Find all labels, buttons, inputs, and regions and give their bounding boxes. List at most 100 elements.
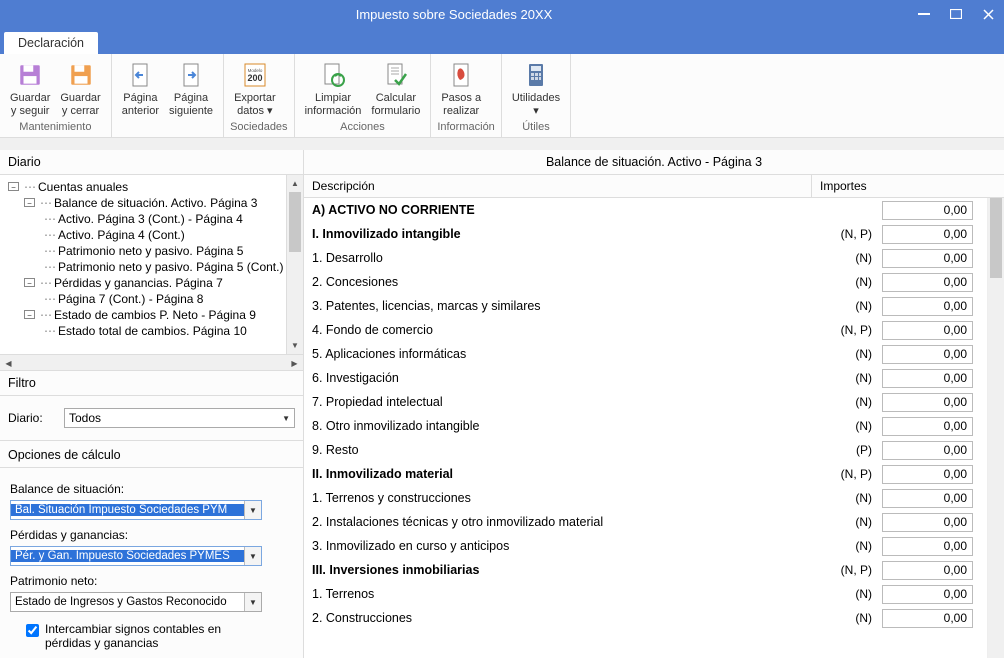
modelo-200-icon: Modelo200 bbox=[239, 60, 271, 90]
page-next-icon bbox=[175, 60, 207, 90]
importe-input[interactable] bbox=[882, 321, 973, 340]
scroll-thumb[interactable] bbox=[990, 198, 1002, 278]
importe-input[interactable] bbox=[882, 609, 973, 628]
tree-item[interactable]: Activo. Página 3 (Cont.) - Página 4 bbox=[58, 212, 243, 226]
clear-info-button[interactable]: Limpiarinformación bbox=[301, 58, 366, 119]
tab-declaracion[interactable]: Declaración bbox=[4, 32, 98, 54]
minimize-icon bbox=[918, 13, 930, 15]
filter-diario-select[interactable]: Todos ▼ bbox=[64, 408, 295, 428]
importe-input[interactable] bbox=[882, 225, 973, 244]
maximize-icon bbox=[950, 9, 962, 19]
importe-input[interactable] bbox=[882, 393, 973, 412]
pn-select[interactable]: Estado de Ingresos y Gastos Reconocido ▼ bbox=[10, 592, 262, 612]
grid-row: 8. Otro inmovilizado intangible(N) bbox=[304, 414, 1004, 438]
importe-input[interactable] bbox=[882, 441, 973, 460]
tree-item[interactable]: Estado total de cambios. Página 10 bbox=[58, 324, 247, 338]
grid-row: 1. Desarrollo(N) bbox=[304, 246, 1004, 270]
grid-body: A) ACTIVO NO CORRIENTEI. Inmovilizado in… bbox=[304, 198, 1004, 658]
grid-row: 2. Concesiones(N) bbox=[304, 270, 1004, 294]
importe-input[interactable] bbox=[882, 273, 973, 292]
svg-text:200: 200 bbox=[247, 73, 262, 83]
importe-input[interactable] bbox=[882, 585, 973, 604]
importe-input[interactable] bbox=[882, 249, 973, 268]
ribbon: Guardary seguir Guardary cerrar Mantenim… bbox=[0, 54, 1004, 138]
row-tag: (N) bbox=[812, 539, 882, 553]
row-tag: (P) bbox=[812, 443, 882, 457]
importe-input[interactable] bbox=[882, 489, 973, 508]
grid-row: 7. Propiedad intelectual(N) bbox=[304, 390, 1004, 414]
importe-input[interactable] bbox=[882, 417, 973, 436]
ribbon-group-title: Sociedades bbox=[230, 119, 288, 137]
row-tag: (N) bbox=[812, 419, 882, 433]
save-continue-button[interactable]: Guardary seguir bbox=[6, 58, 54, 119]
col-header-desc: Descripción bbox=[304, 175, 812, 197]
row-description: 8. Otro inmovilizado intangible bbox=[312, 419, 812, 433]
tree-item-cuentas[interactable]: Cuentas anuales bbox=[38, 180, 128, 194]
importe-input[interactable] bbox=[882, 369, 973, 388]
tree-item[interactable]: Activo. Página 4 (Cont.) bbox=[58, 228, 185, 242]
scroll-down-icon[interactable]: ▼ bbox=[287, 337, 303, 354]
tree-item[interactable]: Patrimonio neto y pasivo. Página 5 (Cont… bbox=[58, 260, 283, 274]
grid-scrollbar[interactable] bbox=[987, 198, 1004, 658]
tree-view[interactable]: −⋯Cuentas anuales −⋯Balance de situación… bbox=[0, 175, 303, 354]
row-description: 4. Fondo de comercio bbox=[312, 323, 812, 337]
filter-header: Filtro bbox=[0, 371, 303, 396]
tree-toggle-icon[interactable]: − bbox=[24, 198, 35, 207]
tree-toggle-icon[interactable]: − bbox=[24, 278, 35, 287]
chevron-down-icon: ▼ bbox=[244, 547, 261, 565]
row-description: 1. Terrenos y construcciones bbox=[312, 491, 812, 505]
pyg-select[interactable]: Pér. y Gan. Impuesto Sociedades PYMES ▼ bbox=[10, 546, 262, 566]
row-tag: (N) bbox=[812, 611, 882, 625]
floppy-orange-icon bbox=[65, 60, 97, 90]
minimize-button[interactable] bbox=[908, 0, 940, 28]
grid-header: Descripción Importes bbox=[304, 175, 1004, 198]
row-description: II. Inmovilizado material bbox=[312, 467, 812, 481]
importe-input[interactable] bbox=[882, 465, 973, 484]
pdf-icon bbox=[445, 60, 477, 90]
scroll-thumb[interactable] bbox=[289, 192, 301, 252]
scroll-up-icon[interactable]: ▲ bbox=[287, 175, 303, 192]
tree-toggle-icon[interactable]: − bbox=[24, 310, 35, 319]
row-tag: (N) bbox=[812, 347, 882, 361]
grid-row: 3. Patentes, licencias, marcas y similar… bbox=[304, 294, 1004, 318]
importe-input[interactable] bbox=[882, 537, 973, 556]
swap-signs-input[interactable] bbox=[26, 624, 39, 637]
importe-input[interactable] bbox=[882, 201, 973, 220]
prev-page-button[interactable]: Páginaanterior bbox=[118, 58, 163, 119]
steps-button[interactable]: Pasos arealizar bbox=[437, 58, 485, 119]
importe-input[interactable] bbox=[882, 513, 973, 532]
row-description: 5. Aplicaciones informáticas bbox=[312, 347, 812, 361]
row-tag: (N, P) bbox=[812, 563, 882, 577]
calculate-form-button[interactable]: Calcularformulario bbox=[367, 58, 424, 119]
export-data-button[interactable]: Modelo200 Exportardatos ▾ bbox=[230, 58, 280, 119]
tree-toggle-icon[interactable]: − bbox=[8, 182, 19, 191]
next-page-button[interactable]: Páginasiguiente bbox=[165, 58, 217, 119]
tree-item-ecpn[interactable]: Estado de cambios P. Neto - Página 9 bbox=[54, 308, 256, 322]
row-description: 1. Desarrollo bbox=[312, 251, 812, 265]
save-close-button[interactable]: Guardary cerrar bbox=[56, 58, 104, 119]
row-tag: (N) bbox=[812, 395, 882, 409]
tree-scrollbar[interactable]: ▲ ▼ bbox=[286, 175, 303, 354]
chevron-down-icon: ▼ bbox=[244, 501, 261, 519]
row-description: 7. Propiedad intelectual bbox=[312, 395, 812, 409]
tree-item-balance[interactable]: Balance de situación. Activo. Página 3 bbox=[54, 196, 257, 210]
importe-input[interactable] bbox=[882, 561, 973, 580]
row-description: 3. Patentes, licencias, marcas y similar… bbox=[312, 299, 812, 313]
tree-item-pyg[interactable]: Pérdidas y ganancias. Página 7 bbox=[54, 276, 223, 290]
grid-row: 1. Terrenos y construcciones(N) bbox=[304, 486, 1004, 510]
row-description: 2. Construcciones bbox=[312, 611, 812, 625]
swap-signs-checkbox[interactable]: Intercambiar signos contables en pérdida… bbox=[26, 622, 293, 650]
row-description: III. Inversiones inmobiliarias bbox=[312, 563, 812, 577]
grid-row: 2. Instalaciones técnicas y otro inmovil… bbox=[304, 510, 1004, 534]
page-prev-icon bbox=[124, 60, 156, 90]
utilities-button[interactable]: Utilidades▾ bbox=[508, 58, 564, 119]
close-icon bbox=[983, 9, 994, 20]
pyg-label: Pérdidas y ganancias: bbox=[10, 528, 293, 542]
maximize-button[interactable] bbox=[940, 0, 972, 28]
tree-item[interactable]: Página 7 (Cont.) - Página 8 bbox=[58, 292, 203, 306]
close-button[interactable] bbox=[972, 0, 1004, 28]
importe-input[interactable] bbox=[882, 297, 973, 316]
importe-input[interactable] bbox=[882, 345, 973, 364]
balance-select[interactable]: Bal. Situación Impuesto Sociedades PYM ▼ bbox=[10, 500, 262, 520]
tree-item[interactable]: Patrimonio neto y pasivo. Página 5 bbox=[58, 244, 243, 258]
